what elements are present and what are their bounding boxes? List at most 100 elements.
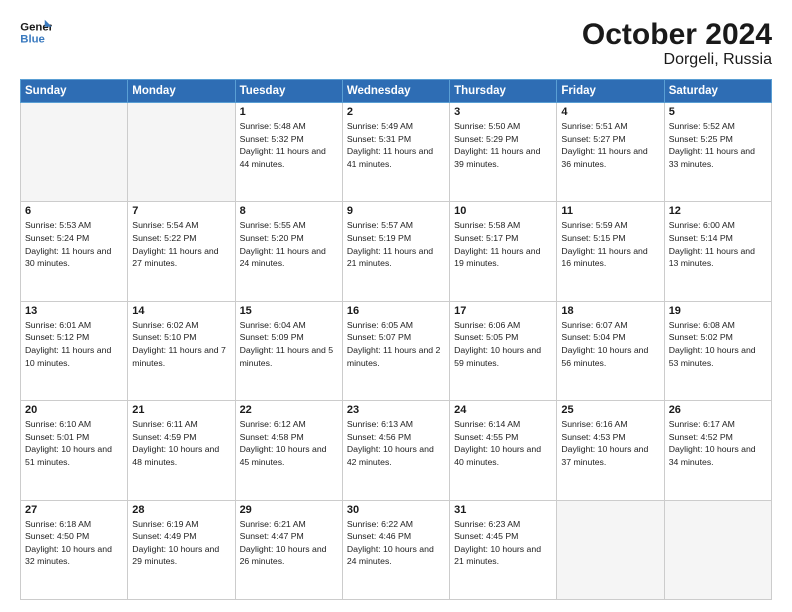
day-info: Sunrise: 5:53 AM Sunset: 5:24 PM Dayligh… [25, 219, 123, 269]
calendar-cell: 23 Sunrise: 6:13 AM Sunset: 4:56 PM Dayli… [342, 401, 449, 500]
calendar-table: SundayMondayTuesdayWednesdayThursdayFrid… [20, 79, 772, 600]
day-info: Sunrise: 5:51 AM Sunset: 5:27 PM Dayligh… [561, 120, 659, 170]
calendar-subtitle: Dorgeli, Russia [582, 51, 772, 69]
day-number: 8 [240, 205, 338, 217]
day-info: Sunrise: 6:13 AM Sunset: 4:56 PM Dayligh… [347, 418, 445, 468]
day-number: 2 [347, 106, 445, 118]
calendar-cell: 20 Sunrise: 6:10 AM Sunset: 5:01 PM Dayli… [21, 401, 128, 500]
calendar-cell: 29 Sunrise: 6:21 AM Sunset: 4:47 PM Dayli… [235, 500, 342, 599]
day-info: Sunrise: 5:49 AM Sunset: 5:31 PM Dayligh… [347, 120, 445, 170]
day-number: 23 [347, 404, 445, 416]
day-info: Sunrise: 5:59 AM Sunset: 5:15 PM Dayligh… [561, 219, 659, 269]
day-number: 7 [132, 205, 230, 217]
calendar-title: October 2024 [582, 18, 772, 51]
calendar-cell: 19 Sunrise: 6:08 AM Sunset: 5:02 PM Dayli… [664, 301, 771, 400]
calendar-cell: 2 Sunrise: 5:49 AM Sunset: 5:31 PM Daylig… [342, 103, 449, 202]
calendar-cell: 14 Sunrise: 6:02 AM Sunset: 5:10 PM Dayli… [128, 301, 235, 400]
calendar-cell: 18 Sunrise: 6:07 AM Sunset: 5:04 PM Dayli… [557, 301, 664, 400]
day-info: Sunrise: 6:22 AM Sunset: 4:46 PM Dayligh… [347, 518, 445, 568]
day-number: 4 [561, 106, 659, 118]
day-number: 30 [347, 504, 445, 516]
weekday-header: Saturday [664, 80, 771, 103]
calendar-cell: 7 Sunrise: 5:54 AM Sunset: 5:22 PM Daylig… [128, 202, 235, 301]
day-number: 15 [240, 305, 338, 317]
day-number: 25 [561, 404, 659, 416]
day-number: 20 [25, 404, 123, 416]
day-number: 19 [669, 305, 767, 317]
day-info: Sunrise: 5:55 AM Sunset: 5:20 PM Dayligh… [240, 219, 338, 269]
weekday-header: Tuesday [235, 80, 342, 103]
calendar-cell: 21Sunrise: 6:11 AM Sunset: 4:59 PM Dayli… [128, 401, 235, 500]
header: General Blue October 2024 Dorgeli, Russi… [20, 18, 772, 69]
day-number: 29 [240, 504, 338, 516]
calendar-row: 6Sunrise: 5:53 AM Sunset: 5:24 PM Daylig… [21, 202, 772, 301]
weekday-header: Wednesday [342, 80, 449, 103]
day-info: Sunrise: 6:12 AM Sunset: 4:58 PM Dayligh… [240, 418, 338, 468]
weekday-header: Monday [128, 80, 235, 103]
day-info: Sunrise: 6:01 AM Sunset: 5:12 PM Dayligh… [25, 319, 123, 369]
calendar-cell: 15Sunrise: 6:04 AM Sunset: 5:09 PM Dayli… [235, 301, 342, 400]
day-info: Sunrise: 5:52 AM Sunset: 5:25 PM Dayligh… [669, 120, 767, 170]
day-number: 9 [347, 205, 445, 217]
day-number: 14 [132, 305, 230, 317]
calendar-cell [664, 500, 771, 599]
calendar-cell: 5 Sunrise: 5:52 AM Sunset: 5:25 PM Daylig… [664, 103, 771, 202]
day-info: Sunrise: 6:23 AM Sunset: 4:45 PM Dayligh… [454, 518, 552, 568]
day-number: 22 [240, 404, 338, 416]
weekday-header: Friday [557, 80, 664, 103]
day-number: 16 [347, 305, 445, 317]
calendar-cell [128, 103, 235, 202]
calendar-cell: 26 Sunrise: 6:17 AM Sunset: 4:52 PM Dayli… [664, 401, 771, 500]
day-info: Sunrise: 6:05 AM Sunset: 5:07 PM Dayligh… [347, 319, 445, 369]
calendar-cell: 9 Sunrise: 5:57 AM Sunset: 5:19 PM Daylig… [342, 202, 449, 301]
calendar-cell: 27 Sunrise: 6:18 AM Sunset: 4:50 PM Dayli… [21, 500, 128, 599]
calendar-cell: 17Sunrise: 6:06 AM Sunset: 5:05 PM Dayli… [450, 301, 557, 400]
calendar-cell [21, 103, 128, 202]
calendar-cell: 31 Sunrise: 6:23 AM Sunset: 4:45 PM Dayli… [450, 500, 557, 599]
day-number: 28 [132, 504, 230, 516]
day-number: 5 [669, 106, 767, 118]
calendar-cell [557, 500, 664, 599]
calendar-cell: 6Sunrise: 5:53 AM Sunset: 5:24 PM Daylig… [21, 202, 128, 301]
day-info: Sunrise: 6:00 AM Sunset: 5:14 PM Dayligh… [669, 219, 767, 269]
day-info: Sunrise: 5:57 AM Sunset: 5:19 PM Dayligh… [347, 219, 445, 269]
calendar-cell: 12 Sunrise: 6:00 AM Sunset: 5:14 PM Dayli… [664, 202, 771, 301]
day-info: Sunrise: 5:58 AM Sunset: 5:17 PM Dayligh… [454, 219, 552, 269]
calendar-cell: 16 Sunrise: 6:05 AM Sunset: 5:07 PM Dayli… [342, 301, 449, 400]
day-info: Sunrise: 5:54 AM Sunset: 5:22 PM Dayligh… [132, 219, 230, 269]
day-number: 11 [561, 205, 659, 217]
logo: General Blue [20, 18, 52, 46]
calendar-cell: 22 Sunrise: 6:12 AM Sunset: 4:58 PM Dayli… [235, 401, 342, 500]
calendar-body: 1Sunrise: 5:48 AM Sunset: 5:32 PM Daylig… [21, 103, 772, 600]
weekday-header: Thursday [450, 80, 557, 103]
day-number: 27 [25, 504, 123, 516]
day-number: 12 [669, 205, 767, 217]
calendar-cell: 10Sunrise: 5:58 AM Sunset: 5:17 PM Dayli… [450, 202, 557, 301]
calendar-row: 1Sunrise: 5:48 AM Sunset: 5:32 PM Daylig… [21, 103, 772, 202]
day-info: Sunrise: 6:08 AM Sunset: 5:02 PM Dayligh… [669, 319, 767, 369]
day-number: 31 [454, 504, 552, 516]
calendar-cell: 28Sunrise: 6:19 AM Sunset: 4:49 PM Dayli… [128, 500, 235, 599]
calendar-cell: 8 Sunrise: 5:55 AM Sunset: 5:20 PM Daylig… [235, 202, 342, 301]
day-info: Sunrise: 6:10 AM Sunset: 5:01 PM Dayligh… [25, 418, 123, 468]
calendar-row: 20 Sunrise: 6:10 AM Sunset: 5:01 PM Dayli… [21, 401, 772, 500]
day-number: 21 [132, 404, 230, 416]
calendar-cell: 11 Sunrise: 5:59 AM Sunset: 5:15 PM Dayli… [557, 202, 664, 301]
page: General Blue October 2024 Dorgeli, Russi… [0, 0, 792, 612]
calendar-row: 27 Sunrise: 6:18 AM Sunset: 4:50 PM Dayli… [21, 500, 772, 599]
weekday-header: Sunday [21, 80, 128, 103]
logo-icon: General Blue [20, 18, 52, 46]
day-number: 18 [561, 305, 659, 317]
day-info: Sunrise: 6:21 AM Sunset: 4:47 PM Dayligh… [240, 518, 338, 568]
day-number: 3 [454, 106, 552, 118]
day-info: Sunrise: 6:17 AM Sunset: 4:52 PM Dayligh… [669, 418, 767, 468]
day-number: 26 [669, 404, 767, 416]
day-number: 24 [454, 404, 552, 416]
day-info: Sunrise: 6:07 AM Sunset: 5:04 PM Dayligh… [561, 319, 659, 369]
day-number: 17 [454, 305, 552, 317]
svg-text:Blue: Blue [20, 34, 45, 46]
title-block: October 2024 Dorgeli, Russia [582, 18, 772, 69]
calendar-cell: 4 Sunrise: 5:51 AM Sunset: 5:27 PM Daylig… [557, 103, 664, 202]
day-info: Sunrise: 6:18 AM Sunset: 4:50 PM Dayligh… [25, 518, 123, 568]
day-info: Sunrise: 6:02 AM Sunset: 5:10 PM Dayligh… [132, 319, 230, 369]
